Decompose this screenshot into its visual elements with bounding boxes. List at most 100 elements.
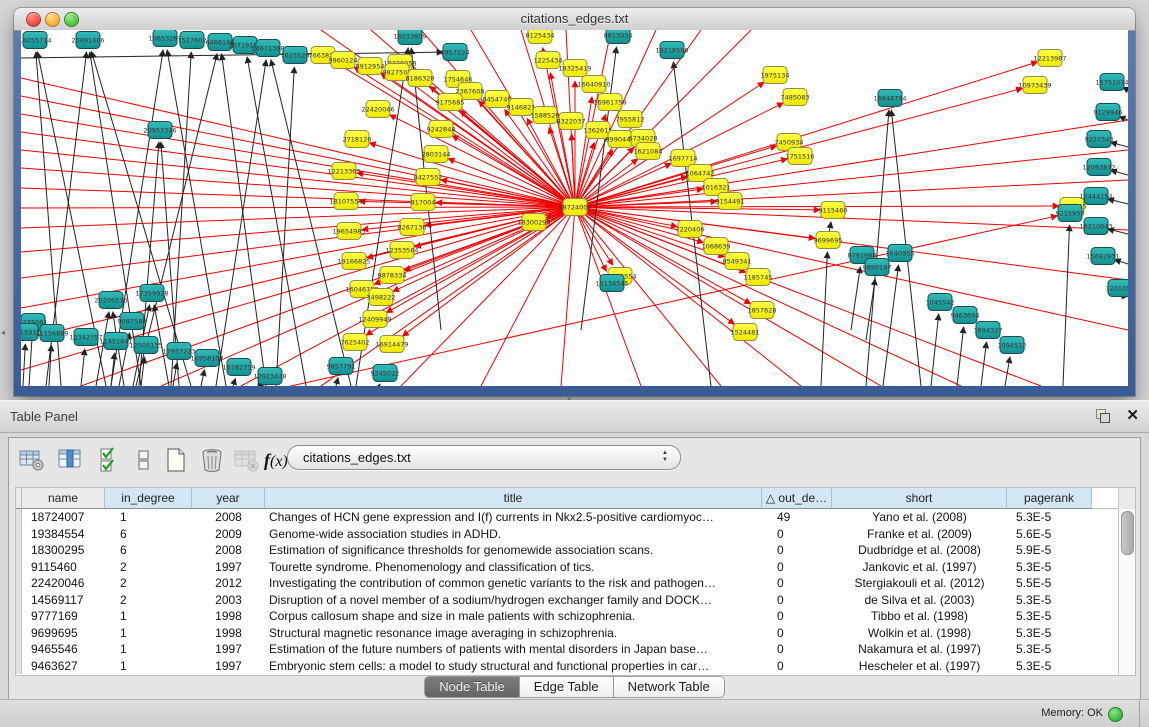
citation-edge[interactable] <box>379 384 380 386</box>
graph-node-9899197[interactable]: 9899197 <box>863 259 892 276</box>
column-header-name[interactable]: name <box>22 488 105 509</box>
graph-node-9154491[interactable]: 9154491 <box>716 193 745 210</box>
citation-edge[interactable] <box>851 267 860 330</box>
graph-node-3498222[interactable]: 3498222 <box>367 289 396 306</box>
citation-network[interactable]: 1872400718300295193845547663822996012489… <box>21 30 1128 386</box>
table-row[interactable]: 977716911998Corpus callosum shape and si… <box>16 608 1135 625</box>
window-titlebar[interactable]: citations_edges.txt <box>14 8 1135 31</box>
column-header-out_degree[interactable]: △ out_de… <box>762 488 832 509</box>
graph-node-20206576[interactable]: 20206576 <box>94 292 127 309</box>
graph-node-817004[interactable]: 817004 <box>411 194 436 211</box>
graph-node-18724007[interactable]: 18724007 <box>558 199 591 216</box>
panel-collapse-arrow[interactable]: ◂ <box>1 328 5 337</box>
graph-node-9129946[interactable]: 9129946 <box>1094 104 1123 121</box>
graph-node-18300295[interactable]: 18300295 <box>517 214 550 231</box>
new-table-icon[interactable] <box>162 446 190 474</box>
graph-node-12342757[interactable]: 12342757 <box>69 329 102 346</box>
table-row[interactable]: 946554611997Estimation of the future num… <box>16 641 1135 658</box>
citation-edge[interactable] <box>247 57 306 386</box>
graph-node-7857224[interactable]: 7857224 <box>441 44 470 61</box>
graph-node-1068639[interactable]: 1068639 <box>702 238 731 255</box>
citation-edge[interactable] <box>233 378 235 386</box>
graph-node-9960124[interactable]: 9960124 <box>329 52 358 69</box>
graph-node-9242848[interactable]: 9242848 <box>427 121 456 138</box>
graph-node-8912954[interactable]: 8912954 <box>356 58 385 75</box>
table-row[interactable]: 1938455462009Genome-wide association stu… <box>16 526 1135 543</box>
graph-node-20953346[interactable]: 20953346 <box>143 122 176 139</box>
graph-node-12444154[interactable]: 12444154 <box>1079 188 1112 205</box>
graph-node-8813054[interactable]: 8813054 <box>604 30 633 44</box>
memory-ok-indicator[interactable] <box>1108 707 1123 722</box>
graph-node-7220406[interactable]: 7220406 <box>676 221 705 238</box>
citation-edge[interactable] <box>369 143 575 207</box>
network-canvas[interactable]: 1872400718300295193845547663822996012489… <box>21 30 1128 386</box>
column-header-short[interactable]: short <box>832 488 1007 509</box>
graph-node-12505135[interactable]: 12505135 <box>129 337 162 354</box>
graph-node-8322037[interactable]: 8322037 <box>557 113 586 130</box>
citation-edge[interactable] <box>336 378 338 386</box>
citation-edge[interactable] <box>1063 225 1070 386</box>
graph-node-1185745[interactable]: 1185745 <box>744 269 773 286</box>
column-visibility-icon[interactable] <box>97 446 125 474</box>
table-row[interactable]: 911546021997Tourette syndrome. Phenomeno… <box>16 559 1135 576</box>
delete-columns-icon[interactable] <box>198 446 226 474</box>
graph-node-12409949[interactable]: 12409949 <box>358 311 391 328</box>
citation-edge[interactable] <box>1005 357 1010 386</box>
graph-node-9175685[interactable]: 9175685 <box>436 94 465 111</box>
citation-edge[interactable] <box>821 252 827 386</box>
tab-node-table[interactable]: Node Table <box>424 676 520 698</box>
citation-edge[interactable] <box>575 206 1059 207</box>
vertical-scrollbar[interactable] <box>1118 509 1135 675</box>
scrollbar-thumb[interactable] <box>1121 511 1134 555</box>
graph-node-1621084[interactable]: 1621084 <box>634 143 663 160</box>
close-panel-icon[interactable]: ✕ <box>1126 406 1139 424</box>
citation-edge[interactable] <box>201 370 204 386</box>
graph-node-1527602[interactable]: 1527602 <box>178 32 207 49</box>
function-builder-icon[interactable]: f(x) <box>264 450 288 471</box>
graph-node-11451941[interactable]: 11451941 <box>99 333 132 350</box>
citation-edge[interactable] <box>276 67 294 386</box>
graph-node-9097588[interactable]: 9097588 <box>118 313 147 330</box>
graph-node-8125434[interactable]: 8125434 <box>526 30 555 44</box>
graph-node-9215953[interactable]: 9215953 <box>1056 205 1085 222</box>
graph-node-17359928[interactable]: 17359928 <box>135 285 168 302</box>
graph-node-1201054[interactable]: 1201054 <box>1106 280 1128 297</box>
graph-node-7955812[interactable]: 7955812 <box>616 111 645 128</box>
graph-node-1697714[interactable]: 1697714 <box>669 150 698 167</box>
graph-node-9115460[interactable]: 9115460 <box>819 202 848 219</box>
graph-node-15692931[interactable]: 15692931 <box>1086 248 1119 265</box>
graph-node-9245022[interactable]: 9245022 <box>371 365 400 382</box>
table-row[interactable]: 1830029562008Estimation of significance … <box>16 542 1135 559</box>
graph-node-19654985[interactable]: 19654985 <box>332 223 365 240</box>
graph-node-16914479[interactable]: 16914479 <box>375 336 408 353</box>
graph-node-16961758[interactable]: 16961758 <box>593 94 626 111</box>
float-panel-icon[interactable] <box>1096 409 1111 423</box>
manage-columns-icon[interactable] <box>56 446 84 474</box>
citation-edge[interactable] <box>111 353 115 386</box>
column-header-title[interactable]: title <box>265 488 762 509</box>
citation-edge[interactable] <box>575 207 961 386</box>
table-row[interactable]: 946362711997Embryonic stem cells: a mode… <box>16 658 1135 675</box>
graph-node-9699695[interactable]: 9699695 <box>814 232 843 249</box>
column-header-pagerank[interactable]: pagerank <box>1007 488 1092 509</box>
citation-edge[interactable] <box>883 265 898 386</box>
graph-node-7625402[interactable]: 7625402 <box>341 334 370 351</box>
graph-node-8549341[interactable]: 8549341 <box>723 253 752 270</box>
graph-node-12353584[interactable]: 12353584 <box>385 242 418 259</box>
citation-edge[interactable] <box>411 48 441 330</box>
graph-node-8878334[interactable]: 8878334 <box>378 267 407 284</box>
graph-node-15134545[interactable]: 15134545 <box>595 275 628 292</box>
graph-node-16033809[interactable]: 16033809 <box>393 30 426 45</box>
graph-node-19166825[interactable]: 19166825 <box>337 253 370 270</box>
graph-node-8267130[interactable]: 8267130 <box>398 219 427 236</box>
graph-node-1857828[interactable]: 1857828 <box>748 302 777 319</box>
graph-node-20691406[interactable]: 20691406 <box>71 32 104 49</box>
graph-node-16958107[interactable]: 16958107 <box>190 350 223 367</box>
column-header-in_degree[interactable]: in_degree <box>105 488 192 509</box>
graph-node-9463694[interactable]: 9463694 <box>951 307 980 324</box>
graph-node-1045542[interactable]: 1045542 <box>926 294 955 311</box>
graph-node-12213987[interactable]: 12213987 <box>1033 50 1066 67</box>
graph-node-18107554[interactable]: 18107554 <box>329 193 362 210</box>
row-height-icon[interactable] <box>130 446 158 474</box>
graph-node-2803144[interactable]: 2803144 <box>422 146 451 163</box>
